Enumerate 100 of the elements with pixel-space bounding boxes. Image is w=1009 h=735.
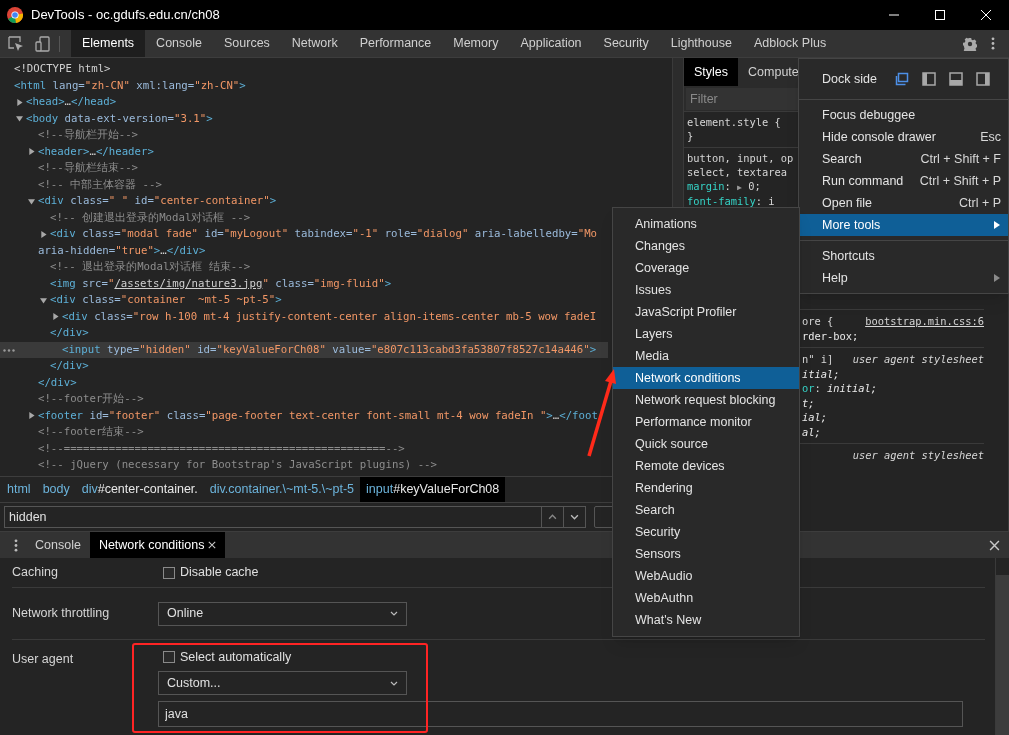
dom-tree-row[interactable]: <!--导航栏结束--> (0, 160, 139, 177)
expand-toggle-icon[interactable] (52, 313, 59, 321)
dom-tree-row[interactable]: </div> (0, 374, 77, 391)
dom-tree-row[interactable]: <!--footer结束--> (0, 424, 144, 441)
panel-tab[interactable]: Security (592, 30, 660, 57)
panel-tab[interactable]: Network (280, 30, 349, 57)
menu-item[interactable]: WebAudio (613, 565, 799, 587)
dom-tree-row[interactable]: <!--footer开始--> (0, 391, 144, 408)
dock-left-icon[interactable] (922, 72, 936, 86)
dom-tree-row[interactable]: </div> (0, 325, 89, 342)
panel-tab[interactable]: Memory (442, 30, 510, 57)
menu-item[interactable]: What's New (613, 609, 799, 631)
menu-item[interactable]: Quick source (613, 433, 799, 455)
next-match-button[interactable] (564, 506, 586, 528)
dom-tree-row[interactable]: <div class="container ~mt-5 ~pt-5"> (0, 292, 282, 309)
expand-toggle-icon[interactable] (28, 197, 35, 205)
panel-tab[interactable]: Adblock Plus (742, 30, 838, 57)
settings-icon[interactable] (963, 36, 977, 51)
menu-item[interactable]: Network conditions (613, 367, 799, 389)
menu-item[interactable]: Issues (613, 279, 799, 301)
menu-item[interactable]: WebAuthn (613, 587, 799, 609)
menu-item[interactable]: Network request blocking (613, 389, 799, 411)
menu-item[interactable]: Hide console drawer Esc (799, 126, 1008, 148)
panel-tab[interactable]: Console (145, 30, 213, 57)
scrollbar-thumb[interactable] (996, 575, 1009, 735)
menu-item[interactable]: Coverage (613, 257, 799, 279)
menu-item[interactable]: Changes (613, 235, 799, 257)
device-icon[interactable] (35, 35, 51, 52)
panel-tab[interactable]: Elements (71, 30, 146, 57)
ellipsis-icon[interactable] (3, 348, 15, 352)
menu-item[interactable]: Search Ctrl + Shift + F (799, 148, 1008, 170)
dock-bottom-icon[interactable] (949, 72, 963, 86)
undock-icon[interactable] (895, 72, 909, 86)
previous-match-button[interactable] (542, 506, 564, 528)
panel-tab[interactable]: Application (509, 30, 593, 57)
more-options-icon[interactable] (14, 538, 18, 552)
source-link[interactable]: bootstrap.min.css:6 (865, 314, 984, 329)
dom-tree-row[interactable]: <!-- 退出登录的Modal对话框 结束--> (0, 259, 251, 276)
expand-toggle-icon[interactable] (28, 412, 35, 420)
menu-item[interactable]: Run command Ctrl + Shift + P (799, 170, 1008, 192)
search-field[interactable]: hidden (4, 506, 542, 528)
dom-tree-row[interactable]: <!-- 中部主体容器 --> (0, 176, 162, 193)
breadcrumb[interactable]: body (36, 477, 76, 502)
expand-toggle-icon[interactable] (40, 296, 47, 304)
drawer-tab[interactable]: Console (26, 532, 90, 558)
css-text: button, input, op (687, 150, 794, 166)
css-text: select, textarea (687, 165, 788, 181)
menu-item[interactable]: Open file Ctrl + P (799, 192, 1008, 214)
close-icon[interactable] (208, 541, 217, 549)
breadcrumb[interactable]: div.container.\~mt-5.\~pt-5 (203, 477, 361, 502)
panel-tab[interactable]: Sources (213, 30, 281, 57)
breadcrumb[interactable]: html (1, 477, 37, 502)
expand-toggle-icon[interactable] (40, 230, 47, 238)
more-options-icon[interactable] (991, 37, 995, 50)
sidebar-tab[interactable]: Styles (684, 58, 739, 86)
dom-tree-row[interactable]: <header>…</header> (0, 143, 154, 160)
menu-item[interactable]: Performance monitor (613, 411, 799, 433)
menu-item[interactable]: Focus debuggee (799, 104, 1008, 126)
menu-item[interactable]: Remote devices (613, 455, 799, 477)
menu-item[interactable]: Search (613, 499, 799, 521)
dock-right-icon[interactable] (976, 72, 990, 86)
drawer-tab[interactable]: Network conditions (89, 532, 226, 558)
dom-tree-row[interactable]: <head>…</head> (0, 94, 117, 111)
markup-text: aria-hidden="true">…</div> (38, 242, 206, 259)
expand-toggle-icon[interactable] (16, 98, 23, 106)
checkbox-label: Disable cache (180, 564, 259, 582)
panel-tab[interactable]: Lighthouse (659, 30, 743, 57)
markup-text: <!--导航栏开始--> (38, 127, 139, 143)
menu-item[interactable]: Media (613, 345, 799, 367)
dom-tree-row[interactable]: </div> (0, 358, 89, 375)
dom-tree-row[interactable]: <!DOCTYPE html> (0, 61, 111, 78)
breadcrumb[interactable]: input#keyValueForCh08 (360, 477, 506, 502)
menu-item[interactable]: Sensors (613, 543, 799, 565)
expand-toggle-icon[interactable] (28, 148, 35, 156)
checkbox[interactable] (163, 566, 175, 579)
dom-tree-row[interactable]: <div class=" " id="center-container"> (0, 193, 277, 210)
menu-item[interactable]: Rendering (613, 477, 799, 499)
menu-item[interactable]: More tools (799, 214, 1008, 236)
maximize-icon (935, 10, 945, 20)
inspect-icon[interactable] (8, 35, 24, 52)
user-agent-field[interactable]: java (158, 701, 963, 727)
menu-item[interactable]: Security (613, 521, 799, 543)
menu-item[interactable]: Animations (613, 213, 799, 235)
expand-toggle-icon[interactable] (16, 115, 23, 123)
throttling-dropdown[interactable]: Online (158, 601, 407, 626)
user-agent-dropdown[interactable]: Custom... (158, 671, 407, 695)
field-label: Network throttling (12, 605, 111, 623)
panel-tab[interactable]: Performance (348, 30, 443, 57)
menu-item[interactable]: Layers (613, 323, 799, 345)
sidebar-tab[interactable]: Compute (738, 58, 809, 86)
menu-item[interactable]: Shortcuts (799, 245, 1008, 267)
window-title: DevTools - oc.gdufs.edu.cn/ch08 (31, 6, 220, 25)
menu-item[interactable]: Help (799, 267, 1008, 289)
menu-item[interactable]: JavaScript Profiler (613, 301, 799, 323)
dom-tree-row[interactable]: <!-- 创建退出登录的Modal对话框 --> (0, 209, 251, 226)
dom-tree-row[interactable]: <div class="modal fade" id="myLogout" tabindex="-1" role="dialog" aria-labelledby="Mo aria-hidden="true">…</div> (0, 226, 598, 259)
css-text: element.style { (687, 114, 781, 130)
breadcrumb[interactable]: div#center-container. (75, 477, 204, 502)
dom-tree-row[interactable]: <!--导航栏开始--> (0, 127, 139, 144)
checkbox[interactable] (163, 651, 175, 663)
